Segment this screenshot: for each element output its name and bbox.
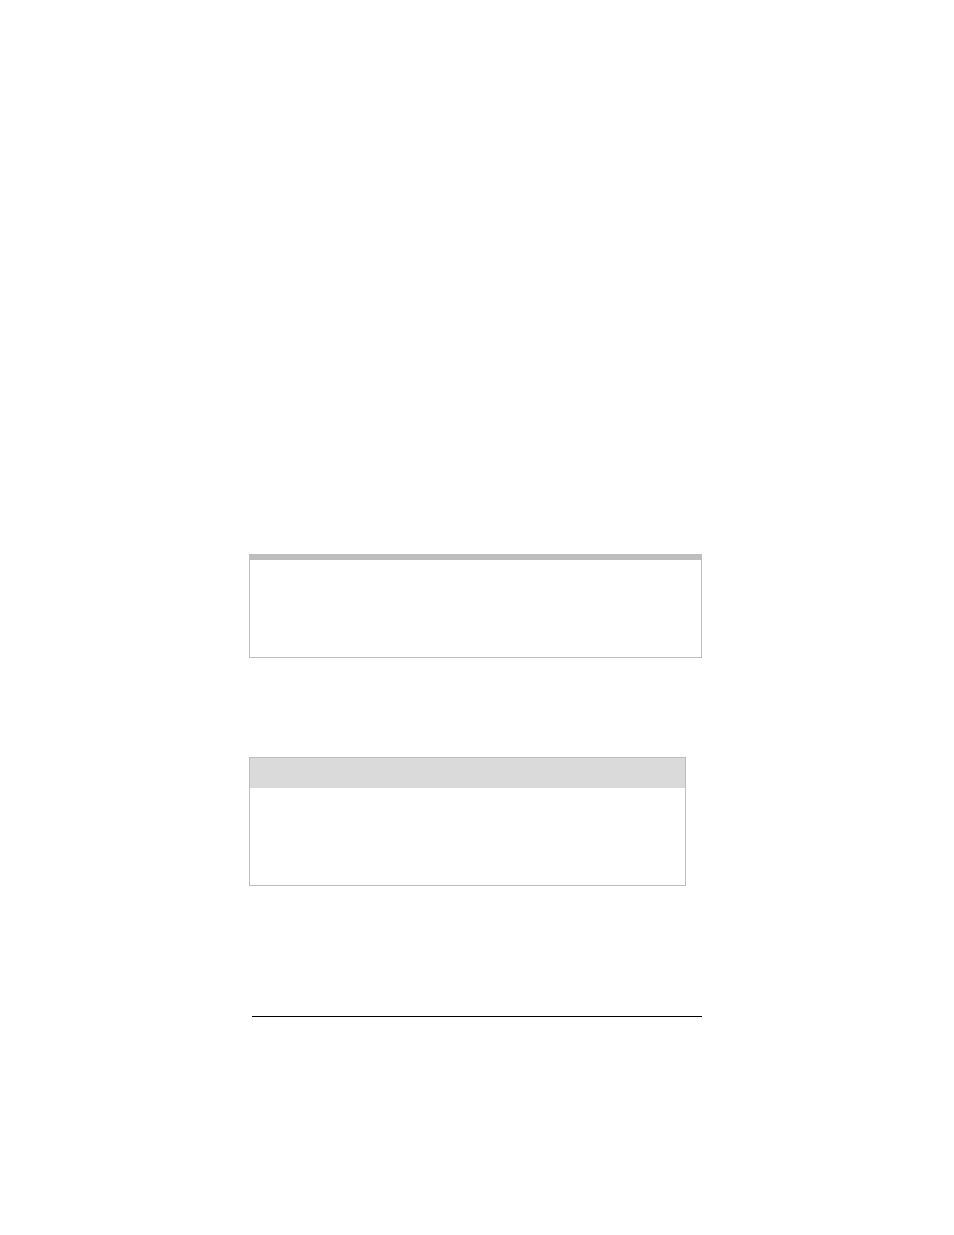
divider: [252, 1016, 702, 1017]
panel-2-header: [250, 758, 685, 788]
panel-1: [249, 554, 702, 658]
panel-2: [249, 757, 686, 886]
